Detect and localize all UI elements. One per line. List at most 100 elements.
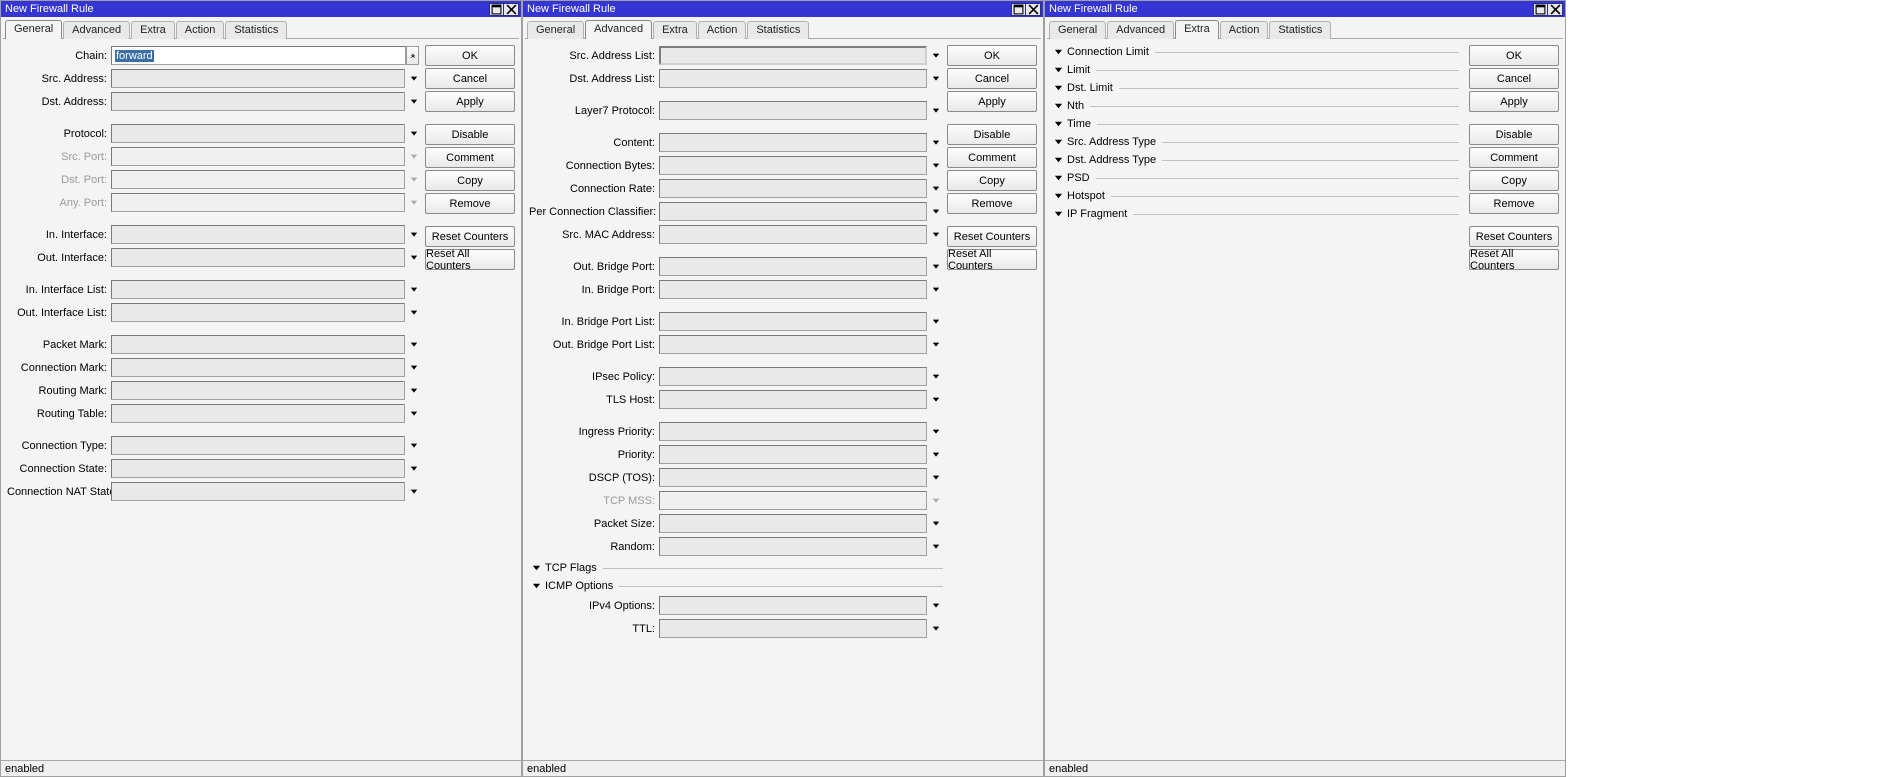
ip-fragment-expander[interactable]: IP Fragment [1051,206,1459,222]
tcp-flags-expander[interactable]: TCP Flags [529,560,943,576]
reset-all-counters-button[interactable]: Reset All Counters [425,249,515,270]
ipv4-options-field[interactable] [659,596,927,615]
apply-button[interactable]: Apply [1469,91,1559,112]
layer7-protocol-expand-icon[interactable] [928,101,943,120]
dst-port-expand-icon[interactable] [406,170,421,189]
src-mac-address-field[interactable] [659,225,927,244]
ok-button[interactable]: OK [425,45,515,66]
titlebar[interactable]: New Firewall Rule [1,1,521,17]
ok-button[interactable]: OK [1469,45,1559,66]
tls-host-field[interactable] [659,390,927,409]
tab-general[interactable]: General [5,20,62,39]
tab-action[interactable]: Action [1220,21,1269,39]
minimize-button[interactable] [1533,3,1548,16]
out-interface-list-field[interactable] [111,303,405,322]
cancel-button[interactable]: Cancel [947,68,1037,89]
remove-button[interactable]: Remove [1469,193,1559,214]
close-button[interactable] [1026,3,1041,16]
connection-nat-state-field[interactable] [111,482,405,501]
tab-action[interactable]: Action [698,21,747,39]
copy-button[interactable]: Copy [947,170,1037,191]
ttl-field[interactable] [659,619,927,638]
hotspot-expander[interactable]: Hotspot [1051,188,1459,204]
out-bridge-port-list-expand-icon[interactable] [928,335,943,354]
in-bridge-port-list-field[interactable] [659,312,927,331]
apply-button[interactable]: Apply [425,91,515,112]
connection-type-field[interactable] [111,436,405,455]
per-connection-classifier-expand-icon[interactable] [928,202,943,221]
in-interface-expand-icon[interactable] [406,225,421,244]
dst-limit-expander[interactable]: Dst. Limit [1051,80,1459,96]
icmp-options-expander[interactable]: ICMP Options [529,578,943,594]
src-address-list-expand-icon[interactable] [928,46,943,65]
minimize-button[interactable] [1011,3,1026,16]
connection-limit-expander[interactable]: Connection Limit [1051,44,1459,60]
connection-bytes-field[interactable] [659,156,927,175]
in-bridge-port-field[interactable] [659,280,927,299]
src-mac-address-expand-icon[interactable] [928,225,943,244]
ipsec-policy-field[interactable] [659,367,927,386]
per-connection-classifier-field[interactable] [659,202,927,221]
tab-advanced[interactable]: Advanced [63,21,130,39]
routing-table-field[interactable] [111,404,405,423]
tab-extra[interactable]: Extra [1175,20,1219,39]
routing-mark-field[interactable] [111,381,405,400]
tab-statistics[interactable]: Statistics [225,21,287,39]
tab-advanced[interactable]: Advanced [585,20,652,39]
any-port-expand-icon[interactable] [406,193,421,212]
dst-address-expand-icon[interactable] [406,92,421,111]
in-bridge-port-list-expand-icon[interactable] [928,312,943,331]
packet-size-expand-icon[interactable] [928,514,943,533]
tls-host-expand-icon[interactable] [928,390,943,409]
ipsec-policy-expand-icon[interactable] [928,367,943,386]
connection-state-field[interactable] [111,459,405,478]
disable-button[interactable]: Disable [1469,124,1559,145]
ok-button[interactable]: OK [947,45,1037,66]
out-bridge-port-field[interactable] [659,257,927,276]
titlebar[interactable]: New Firewall Rule [523,1,1043,17]
tab-extra[interactable]: Extra [131,21,175,39]
src-address-type-expander[interactable]: Src. Address Type [1051,134,1459,150]
packet-mark-expand-icon[interactable] [406,335,421,354]
connection-rate-field[interactable] [659,179,927,198]
comment-button[interactable]: Comment [947,147,1037,168]
connection-state-expand-icon[interactable] [406,459,421,478]
remove-button[interactable]: Remove [425,193,515,214]
chain-field[interactable]: forward [111,46,406,65]
connection-mark-expand-icon[interactable] [406,358,421,377]
content-field[interactable] [659,133,927,152]
src-address-field[interactable] [111,69,405,88]
random-field[interactable] [659,537,927,556]
cancel-button[interactable]: Cancel [1469,68,1559,89]
connection-nat-state-expand-icon[interactable] [406,482,421,501]
dst-address-list-field[interactable] [659,69,927,88]
apply-button[interactable]: Apply [947,91,1037,112]
cancel-button[interactable]: Cancel [425,68,515,89]
out-interface-list-expand-icon[interactable] [406,303,421,322]
random-expand-icon[interactable] [928,537,943,556]
time-expander[interactable]: Time [1051,116,1459,132]
src-address-list-field[interactable] [659,46,927,65]
priority-field[interactable] [659,445,927,464]
tcp-mss-expand-icon[interactable] [928,491,943,510]
connection-rate-expand-icon[interactable] [928,179,943,198]
src-address-expand-icon[interactable] [406,69,421,88]
ttl-expand-icon[interactable] [928,619,943,638]
tab-statistics[interactable]: Statistics [747,21,809,39]
dst-address-field[interactable] [111,92,405,111]
reset-counters-button[interactable]: Reset Counters [947,226,1037,247]
protocol-field[interactable] [111,124,405,143]
titlebar[interactable]: New Firewall Rule [1045,1,1565,17]
tab-extra[interactable]: Extra [653,21,697,39]
src-port-expand-icon[interactable] [406,147,421,166]
nth-expander[interactable]: Nth [1051,98,1459,114]
disable-button[interactable]: Disable [947,124,1037,145]
priority-expand-icon[interactable] [928,445,943,464]
remove-button[interactable]: Remove [947,193,1037,214]
ingress-priority-expand-icon[interactable] [928,422,943,441]
connection-type-expand-icon[interactable] [406,436,421,455]
chain-dropdown-icon[interactable] [406,46,419,65]
routing-table-expand-icon[interactable] [406,404,421,423]
packet-mark-field[interactable] [111,335,405,354]
out-interface-field[interactable] [111,248,405,267]
